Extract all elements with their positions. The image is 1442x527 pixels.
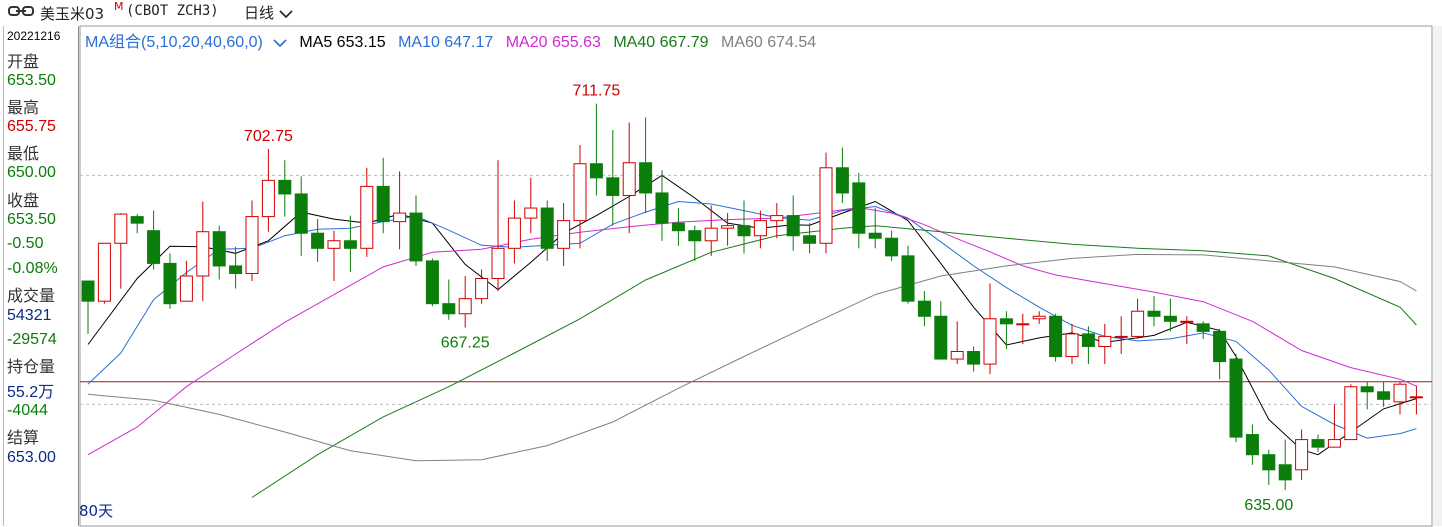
candle-down: [1229, 358, 1243, 438]
candle-up: [1065, 333, 1079, 358]
candle-up: [261, 179, 275, 218]
ma40-value: MA40 667.79: [613, 34, 709, 51]
low-annotation: 667.25: [441, 335, 490, 352]
candle-up: [770, 215, 784, 222]
ma-combo-label: MA组合(5,10,20,40,60,0): [85, 34, 263, 51]
candle-up: [1409, 396, 1423, 399]
candle-up: [721, 225, 735, 229]
candle-up: [983, 318, 997, 365]
candle-down: [868, 232, 882, 239]
candle-down: [671, 222, 685, 232]
candle-up: [196, 231, 210, 277]
candle-down: [786, 215, 800, 237]
candle-down: [1147, 310, 1161, 317]
high-annotation: 711.75: [573, 83, 621, 100]
candle-down: [934, 315, 948, 360]
candle-up: [524, 207, 538, 219]
candle-up: [114, 213, 128, 244]
candle-down: [737, 225, 751, 237]
candle-up: [1344, 386, 1358, 441]
candle-up: [97, 242, 111, 302]
candle-up: [1114, 335, 1128, 338]
price-chart[interactable]: 702.75 711.75 667.25 635.00: [0, 0, 1442, 527]
candle-down: [1311, 439, 1325, 448]
candle-up: [622, 162, 636, 196]
candle-down: [803, 235, 817, 244]
candle-up: [507, 217, 521, 249]
candle-down: [376, 185, 390, 223]
candle-down: [1360, 386, 1374, 393]
candle-up: [1393, 383, 1407, 403]
candle-up: [458, 298, 472, 315]
low-annotation: 635.00: [1244, 497, 1293, 514]
candle-up: [753, 220, 767, 237]
candle-up: [327, 240, 341, 249]
candle-down: [688, 230, 702, 242]
candle-down: [967, 351, 981, 365]
candle-down: [917, 300, 931, 317]
ma10-value: MA10 647.17: [398, 34, 494, 51]
candle-up: [179, 275, 193, 302]
ma5-value: MA5 653.15: [299, 34, 386, 51]
candle-down: [311, 232, 325, 249]
candle-down: [540, 207, 554, 249]
candle-down: [425, 260, 439, 305]
candle-down: [343, 240, 357, 249]
candle-down: [1049, 315, 1063, 358]
ma60-value: MA60 674.54: [720, 34, 817, 51]
candle-down: [294, 193, 308, 234]
candle-up: [704, 227, 718, 242]
candle-down: [1081, 333, 1095, 347]
candle-up: [1131, 310, 1145, 337]
candle-up: [1032, 315, 1046, 320]
candle-up: [1016, 323, 1030, 326]
candle-down: [655, 192, 669, 224]
candle-down: [1196, 323, 1210, 332]
ma-legend: MA组合(5,10,20,40,60,0) MA5 653.15 MA10 64…: [85, 28, 824, 51]
high-annotation: 702.75: [244, 128, 293, 145]
candle-up: [819, 167, 833, 244]
plot-frame: [79, 25, 1433, 527]
candle-down: [163, 262, 177, 305]
candle-down: [1262, 454, 1276, 471]
candle-up: [1327, 439, 1341, 448]
candle-down: [852, 182, 866, 234]
chevron-down-icon: [273, 39, 287, 47]
candle-down: [999, 318, 1013, 325]
candle-down: [278, 179, 292, 195]
ma-combo-selector[interactable]: MA组合(5,10,20,40,60,0): [85, 34, 287, 51]
candle-down: [1245, 434, 1259, 456]
candle-down: [130, 216, 144, 224]
candle-up: [491, 247, 505, 280]
right-scrollbar[interactable]: [1432, 26, 1442, 526]
candle-down: [147, 230, 161, 264]
candle-down: [442, 303, 456, 315]
candle-down: [1213, 330, 1227, 363]
ma20-value: MA20 655.63: [505, 34, 601, 51]
candle-up: [950, 351, 964, 360]
candle-down: [229, 265, 243, 274]
candle-up: [1098, 335, 1112, 347]
candle-up: [360, 185, 374, 249]
candle-down: [589, 163, 603, 179]
candle-up: [1295, 439, 1309, 471]
candle-down: [1278, 464, 1292, 481]
days-range-label: 80天: [79, 502, 114, 520]
candle-down: [1377, 391, 1391, 400]
candle-down: [1163, 315, 1177, 322]
candle-up: [393, 212, 407, 223]
candle-down: [81, 280, 95, 302]
candle-down: [606, 177, 620, 196]
candle-up: [1180, 320, 1194, 323]
candle-down: [639, 162, 653, 194]
candle-up: [475, 278, 489, 300]
candle-down: [212, 231, 226, 267]
candle-down: [885, 237, 899, 257]
candle-up: [245, 216, 259, 274]
candle-up: [557, 220, 571, 249]
candle-up: [573, 163, 587, 222]
candle-down: [409, 212, 423, 262]
candle-down: [835, 167, 849, 194]
candle-down: [901, 255, 915, 302]
